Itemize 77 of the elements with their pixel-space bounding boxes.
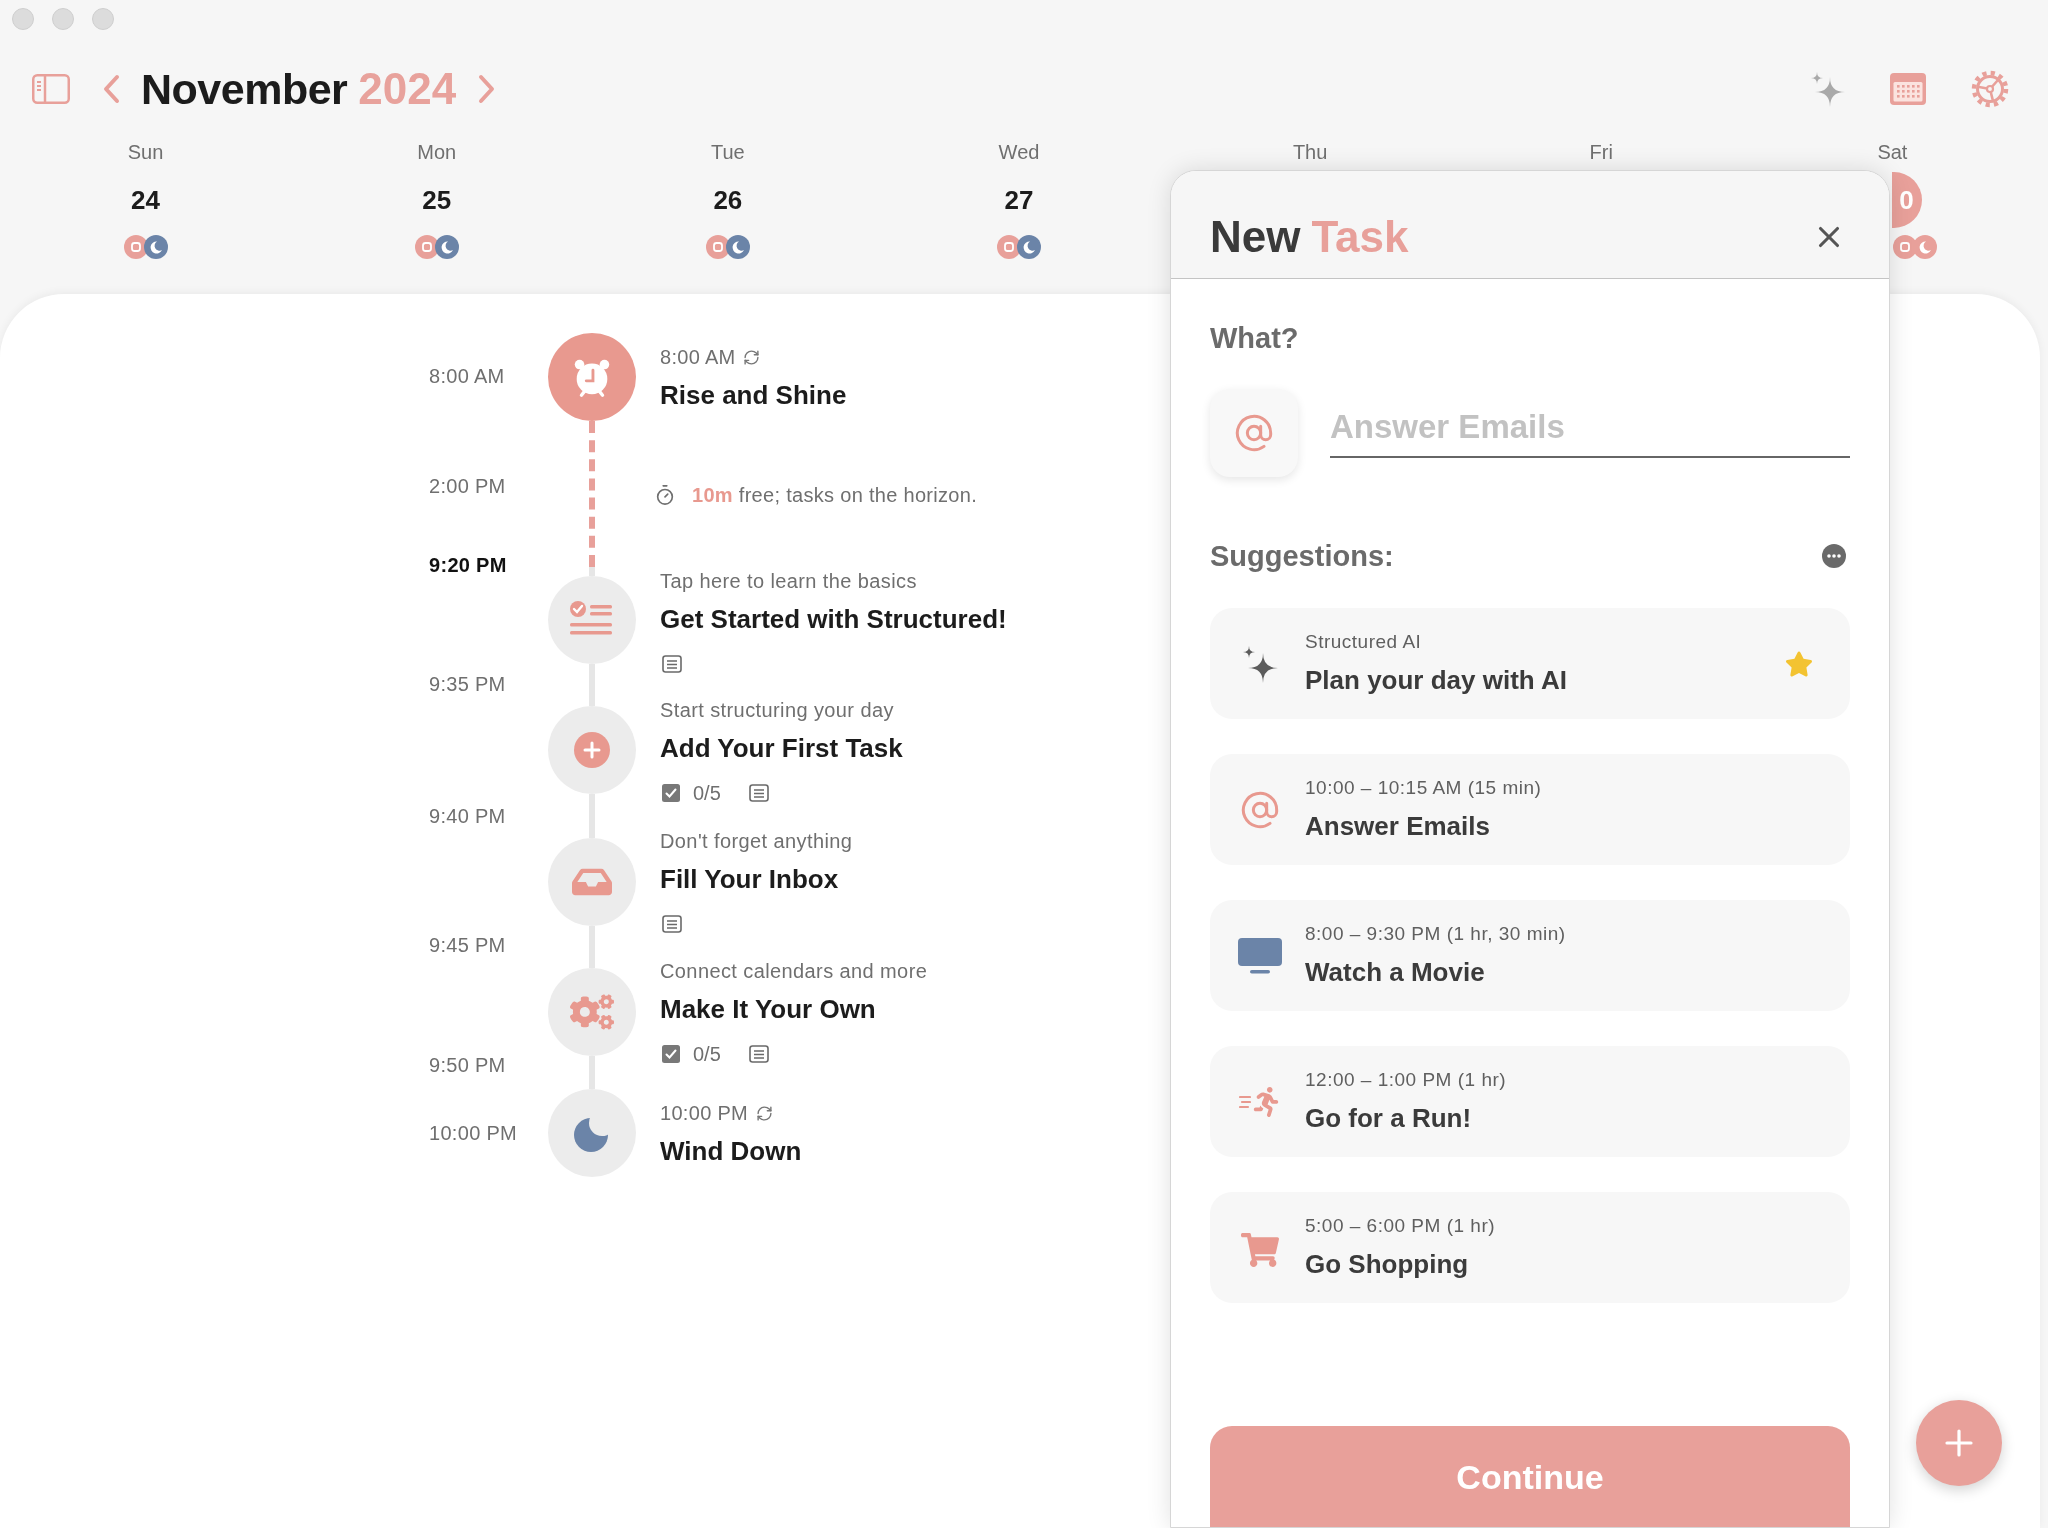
- month-title: November: [141, 64, 348, 115]
- suggestion-subtitle: 8:00 – 9:30 PM (1 hr, 30 min): [1305, 922, 1566, 946]
- weekday-label: Mon: [417, 140, 457, 164]
- time-label: 9:40 PM: [429, 804, 506, 828]
- more-icon: [1822, 544, 1846, 568]
- chevron-left-icon: [102, 74, 120, 104]
- free-time-note: 10m free; tasks on the horizon.: [692, 483, 978, 507]
- suggestion-card[interactable]: 12:00 – 1:00 PM (1 hr) Go for a Run!: [1210, 1046, 1850, 1157]
- date-button[interactable]: 25: [418, 184, 456, 216]
- time-label: 9:50 PM: [429, 1053, 506, 1077]
- icon-picker-button[interactable]: [1210, 389, 1298, 477]
- weekday-label: Tue: [711, 140, 745, 164]
- previous-week-button[interactable]: [102, 74, 120, 104]
- event-time: 8:00 AM: [660, 345, 736, 369]
- sidebar-icon: [32, 74, 70, 104]
- suggestion-title: Plan your day with AI: [1305, 664, 1567, 697]
- weekday-label: Fri: [1589, 140, 1613, 164]
- task-title: Add Your First Task: [660, 732, 903, 765]
- time-label: 9:45 PM: [429, 933, 506, 957]
- chevron-right-icon: [478, 74, 497, 104]
- task-subtitle: Don't forget anything: [660, 829, 853, 853]
- what-label: What?: [1210, 321, 1299, 356]
- suggestion-card[interactable]: Structured AI Plan your day with AI: [1210, 608, 1850, 719]
- suggestion-subtitle: 12:00 – 1:00 PM (1 hr): [1305, 1068, 1507, 1092]
- sheet-title-accent: Task: [1311, 210, 1409, 263]
- suggestion-card[interactable]: 10:00 – 10:15 AM (15 min) Answer Emails: [1210, 754, 1850, 865]
- window-zoom-button[interactable]: [92, 8, 114, 30]
- calendar-icon: [1890, 73, 1926, 105]
- sidebar-toggle-button[interactable]: [32, 74, 70, 104]
- next-week-button[interactable]: [478, 74, 497, 104]
- timer-icon: [654, 484, 676, 506]
- time-label: 2:00 PM: [429, 474, 506, 498]
- weekday-label: Wed: [998, 140, 1040, 164]
- task-subtitle: Tap here to learn the basics: [660, 569, 917, 593]
- suggestion-subtitle: 10:00 – 10:15 AM (15 min): [1305, 776, 1542, 800]
- event-title: Rise and Shine: [660, 379, 847, 412]
- date-button[interactable]: 27: [1000, 184, 1038, 216]
- more-options-button[interactable]: [1822, 544, 1846, 568]
- date-button[interactable]: 24: [127, 184, 165, 216]
- window-close-button[interactable]: [12, 8, 34, 30]
- sheet-title: New: [1210, 210, 1301, 263]
- suggestion-card[interactable]: 8:00 – 9:30 PM (1 hr, 30 min) Watch a Movie: [1210, 900, 1850, 1011]
- weekday-label: Sat: [1877, 140, 1908, 164]
- subtask-checkbox-icon: [662, 1045, 680, 1063]
- window-minimize-button[interactable]: [52, 8, 74, 30]
- event-title: Wind Down: [660, 1135, 802, 1168]
- suggestion-title: Watch a Movie: [1305, 956, 1485, 989]
- suggestion-title: Go Shopping: [1305, 1248, 1469, 1281]
- suggestion-title: Answer Emails: [1305, 810, 1490, 843]
- task-name-field[interactable]: Answer Emails: [1330, 398, 1850, 458]
- task-subtitle: Connect calendars and more: [660, 959, 928, 983]
- suggestion-title: Go for a Run!: [1305, 1102, 1472, 1135]
- date-button[interactable]: 26: [709, 184, 747, 216]
- suggestions-label: Suggestions:: [1210, 539, 1394, 574]
- year-title: 2024: [358, 63, 457, 115]
- task-title: Fill Your Inbox: [660, 863, 839, 896]
- time-label: 10:00 PM: [429, 1121, 517, 1145]
- settings-icon: [1971, 70, 2009, 108]
- subtask-count: 0/5: [693, 781, 721, 805]
- event-time: 10:00 PM: [660, 1101, 748, 1125]
- plus-icon: [1944, 1428, 1974, 1458]
- weekday-label: Thu: [1292, 140, 1328, 164]
- time-label: 8:00 AM: [429, 364, 505, 388]
- settings-button[interactable]: [1971, 70, 2009, 108]
- calendar-button[interactable]: [1890, 73, 1926, 105]
- task-title: Get Started with Structured!: [660, 603, 1007, 636]
- suggestion-subtitle: 5:00 – 6:00 PM (1 hr): [1305, 1214, 1496, 1238]
- suggestion-subtitle: Structured AI: [1305, 630, 1422, 654]
- time-label: 9:20 PM: [429, 553, 507, 577]
- time-label: 9:35 PM: [429, 672, 506, 696]
- suggestion-card[interactable]: 5:00 – 6:00 PM (1 hr) Go Shopping: [1210, 1192, 1850, 1303]
- weekday-label: Sun: [127, 140, 164, 164]
- subtask-checkbox-icon: [662, 784, 680, 802]
- at-sign-icon: [1234, 413, 1274, 453]
- subtask-count: 0/5: [693, 1042, 721, 1066]
- task-title: Make It Your Own: [660, 993, 876, 1026]
- task-subtitle: Start structuring your day: [660, 698, 894, 722]
